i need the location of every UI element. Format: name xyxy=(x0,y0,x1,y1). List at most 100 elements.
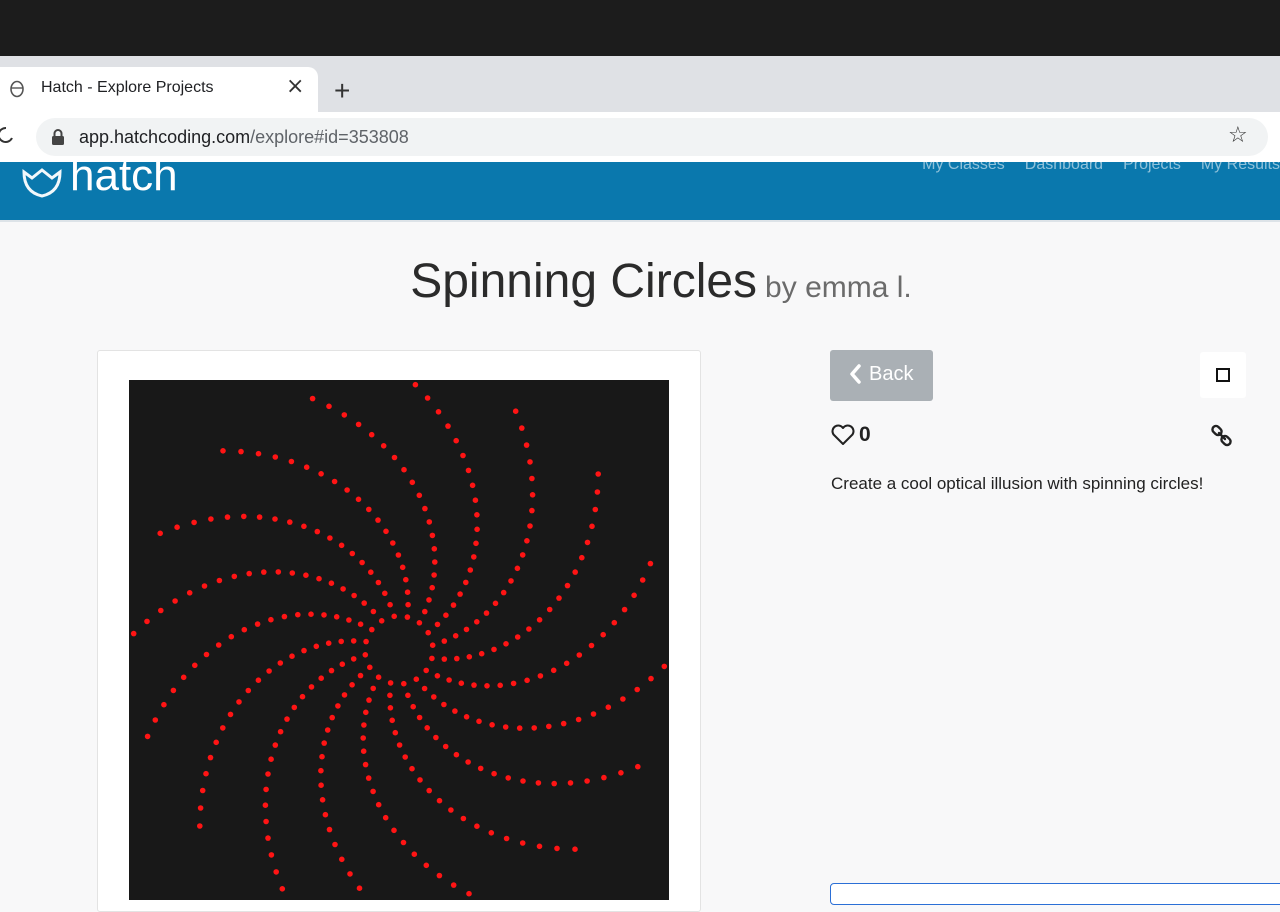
browser-tab-strip: Hatch - Explore Projects × + xyxy=(0,56,1280,112)
link-icon[interactable] xyxy=(1210,424,1234,448)
nav-my-classes[interactable]: My Classes xyxy=(922,162,1005,174)
spiral-dot xyxy=(362,761,369,768)
spiral-dot xyxy=(246,570,252,577)
spiral-dot xyxy=(391,454,398,461)
spiral-dot xyxy=(329,714,335,721)
spiral-dot xyxy=(514,565,521,572)
spiral-dot xyxy=(463,626,470,633)
hatch-logo-text: hatch xyxy=(70,162,178,200)
spiral-dot xyxy=(339,661,346,667)
tab-close-icon[interactable]: × xyxy=(286,76,304,98)
spiral-dot xyxy=(375,674,382,680)
spiral-dot xyxy=(201,583,208,589)
bookmark-star-icon[interactable]: ☆ xyxy=(1228,123,1248,148)
spiral-dot xyxy=(634,686,640,693)
spiral-dot xyxy=(450,602,457,608)
spiral-dot xyxy=(367,664,373,671)
spiral-dot xyxy=(275,569,282,575)
spiral-dot xyxy=(366,506,372,513)
spiral-dot xyxy=(355,421,362,428)
spiral-dot xyxy=(236,699,242,705)
spiral-dot xyxy=(588,642,595,649)
nav-dashboard[interactable]: Dashboard xyxy=(1025,162,1103,174)
comment-input[interactable] xyxy=(830,883,1280,905)
os-top-bar xyxy=(0,0,1280,56)
spiral-dot xyxy=(161,701,167,708)
spiral-dot xyxy=(492,600,499,607)
spiral-dot xyxy=(489,722,495,728)
spiral-dot xyxy=(355,496,362,503)
url-path: /explore#id=353808 xyxy=(250,127,409,147)
new-tab-button[interactable]: + xyxy=(334,77,350,105)
spiral-dot xyxy=(203,651,210,658)
spiral-dot xyxy=(441,656,448,662)
spiral-dot xyxy=(369,626,375,633)
spiral-dot xyxy=(227,711,234,718)
spiral-dot xyxy=(452,708,458,714)
spiral-dot xyxy=(416,620,423,626)
spiral-dot xyxy=(203,770,209,777)
spiral-dot xyxy=(380,443,387,449)
spiral-dot xyxy=(299,693,306,700)
nav-my-results[interactable]: My Results xyxy=(1201,162,1280,174)
spiral-dot xyxy=(341,412,348,418)
spiral-dot xyxy=(491,646,497,653)
spiral-dot xyxy=(400,839,407,846)
spiral-dot xyxy=(391,613,398,620)
spiral-dot xyxy=(350,656,357,662)
spiral-dot xyxy=(560,720,567,727)
spiral-dot xyxy=(332,841,338,848)
spiral-dot xyxy=(524,538,530,544)
spiral-dot xyxy=(600,631,606,638)
spiral-dot xyxy=(584,539,591,546)
fullscreen-button[interactable] xyxy=(1200,352,1246,398)
spiral-dot xyxy=(268,756,274,762)
spiral-dot xyxy=(546,606,553,613)
spiral-dot xyxy=(357,672,364,679)
reload-icon[interactable] xyxy=(0,123,16,147)
spiral-dot xyxy=(395,552,402,558)
spiral-dot xyxy=(349,682,355,688)
spiral-dot xyxy=(157,530,163,537)
spiral-dot xyxy=(231,573,238,580)
spiral-dot xyxy=(465,467,472,474)
lock-icon xyxy=(52,129,64,145)
spiral-dot xyxy=(497,682,504,689)
url-field[interactable]: app.hatchcoding.com/explore#id=353808 ☆ xyxy=(36,118,1268,156)
spiral-dot xyxy=(301,523,307,530)
spiral-dot xyxy=(567,780,574,786)
like-button[interactable]: 0 xyxy=(830,423,871,447)
spiral-dot xyxy=(503,835,510,842)
hatch-logo[interactable]: hatch xyxy=(18,162,198,200)
spiral-dot xyxy=(360,748,367,754)
spiral-dot xyxy=(443,612,449,618)
spiral-dot xyxy=(502,724,509,730)
spiral-dot xyxy=(572,846,578,852)
spiral-dot xyxy=(313,643,320,650)
spiral-dot xyxy=(288,458,295,465)
spiral-dot xyxy=(191,519,197,526)
spiral-dot xyxy=(536,843,543,850)
spiral-dot xyxy=(529,507,535,514)
spiral-dot xyxy=(368,431,375,438)
spiral-dot xyxy=(432,559,438,565)
spiral-dot xyxy=(308,611,314,617)
spiral-dot xyxy=(431,546,438,552)
project-canvas[interactable] xyxy=(129,380,669,900)
back-button[interactable]: Back xyxy=(830,350,933,401)
spiral-dot xyxy=(422,608,428,615)
spiral-dot xyxy=(277,660,284,666)
spiral-dot xyxy=(318,675,324,681)
browser-tab[interactable]: Hatch - Explore Projects × xyxy=(0,67,318,112)
spiral-dot xyxy=(421,685,428,692)
spiral-dot xyxy=(474,619,480,625)
spiral-dot xyxy=(365,775,372,781)
spiral-dot xyxy=(362,652,369,658)
spiral-dot xyxy=(460,815,467,822)
spiral-dot xyxy=(324,727,331,733)
tab-title: Hatch - Explore Projects xyxy=(41,79,214,96)
nav-projects[interactable]: Projects xyxy=(1123,162,1181,174)
spiral-dot xyxy=(621,606,628,613)
spiral-dot xyxy=(426,787,433,794)
spiral-dot xyxy=(661,663,668,670)
